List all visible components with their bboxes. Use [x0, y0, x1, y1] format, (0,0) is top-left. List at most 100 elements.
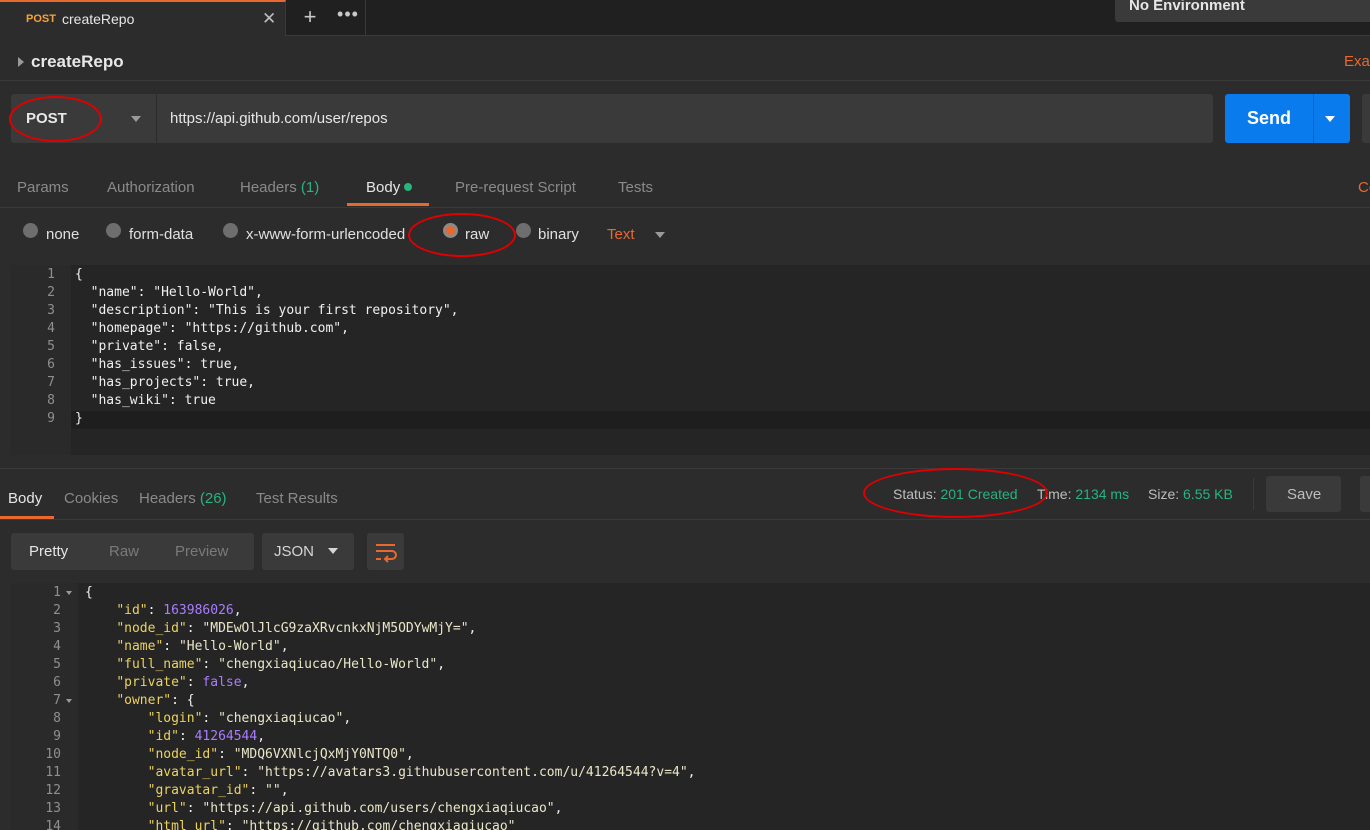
json-line: "url": "https://api.github.com/users/che… [147, 801, 563, 816]
tab-title: createRepo [62, 11, 135, 27]
code-line: "has_issues": true, [75, 357, 240, 372]
status-dot-icon [404, 183, 413, 191]
response-tab-cookies[interactable]: Cookies [64, 490, 118, 507]
line-number: 3 [47, 303, 55, 318]
tab-createrepo[interactable]: POST createRepo ✕ [0, 0, 286, 36]
save-response-label: Save [1287, 486, 1322, 503]
line-number: 7 [47, 375, 55, 390]
response-tab-body[interactable]: Body [8, 490, 42, 507]
line-number: 14 [45, 819, 61, 830]
view-raw[interactable]: Raw [109, 543, 139, 560]
line-number: 1 [47, 267, 55, 282]
radio-form-data[interactable] [106, 223, 121, 238]
line-number: 2 [53, 603, 61, 618]
tab-body[interactable]: Body [366, 179, 413, 196]
line-number: 5 [47, 339, 55, 354]
send-button[interactable]: Send [1225, 94, 1350, 143]
json-line: "owner": { [116, 693, 195, 708]
radio-none-label[interactable]: none [46, 226, 79, 243]
tab-method-badge: POST [26, 13, 56, 25]
radio-urlencoded[interactable] [223, 223, 238, 238]
headers-count: (1) [300, 179, 320, 196]
tab-bar: POST createRepo ✕ + ••• No Environment [0, 0, 1370, 36]
divider [1313, 94, 1314, 143]
close-icon[interactable]: ✕ [262, 9, 276, 29]
tab-body-label: Body [366, 179, 401, 196]
url-field[interactable] [157, 94, 1213, 143]
cookies-link[interactable]: Co [1358, 179, 1370, 196]
radio-binary-label[interactable]: binary [538, 226, 579, 243]
format-select[interactable]: JSON [262, 533, 354, 570]
response-headers-label: Headers [139, 490, 196, 507]
json-line: "name": "Hello-World", [116, 639, 289, 654]
divider [1253, 478, 1254, 510]
view-preview[interactable]: Preview [175, 543, 228, 560]
line-number: 8 [47, 393, 55, 408]
code-line: "has_projects": true, [75, 375, 256, 390]
chevron-down-icon [131, 116, 141, 122]
tab-params[interactable]: Params [17, 179, 69, 196]
divider [0, 468, 1370, 469]
add-tab-button[interactable]: + [296, 4, 324, 30]
tab-authorization[interactable]: Authorization [107, 179, 195, 196]
time-readout: Time: 2134 ms [1037, 486, 1129, 502]
save-response-button[interactable]: Save [1266, 476, 1341, 512]
json-line: "login": "chengxiaqiucao", [147, 711, 352, 726]
line-number: 4 [47, 321, 55, 336]
view-pretty[interactable]: Pretty [29, 543, 68, 560]
request-name[interactable]: createRepo [31, 52, 124, 72]
line-number: 2 [47, 285, 55, 300]
line-number: 6 [53, 675, 61, 690]
json-line: "node_id": "MDQ6VXNlcjQxMjY0NTQ0", [147, 747, 414, 762]
more-options-button[interactable] [1360, 476, 1370, 512]
json-line: "html_url": "https://github.com/chengxia… [147, 819, 516, 830]
size-value[interactable]: 6.55 KB [1183, 486, 1233, 502]
radio-binary[interactable] [516, 223, 531, 238]
json-line: "id": 41264544, [147, 729, 266, 744]
json-line: "gravatar_id": "", [147, 783, 289, 798]
chevron-down-icon[interactable] [655, 232, 665, 238]
fold-caret-icon[interactable] [66, 591, 72, 595]
radio-form-data-label[interactable]: form-data [129, 226, 193, 243]
response-tab-test-results[interactable]: Test Results [256, 490, 338, 507]
code-line: { [75, 267, 83, 282]
response-tab-headers[interactable]: Headers (26) [139, 490, 227, 507]
radio-none[interactable] [23, 223, 38, 238]
format-label: JSON [274, 543, 315, 560]
url-input[interactable] [157, 94, 1213, 143]
annotation-circle-raw [408, 213, 516, 257]
line-number: 10 [45, 747, 61, 762]
line-number: 6 [47, 357, 55, 372]
code-line: } [75, 411, 83, 426]
json-line: { [85, 585, 93, 600]
active-tab-indicator [347, 203, 429, 206]
line-number: 7 [53, 693, 61, 708]
code-line: "name": "Hello-World", [75, 285, 263, 300]
line-number: 9 [53, 729, 61, 744]
wrap-lines-button[interactable] [367, 533, 404, 570]
content-type-select[interactable]: Text [607, 226, 635, 243]
tab-tests[interactable]: Tests [618, 179, 653, 196]
json-line: "private": false, [116, 675, 250, 690]
wrap-icon [376, 544, 397, 563]
radio-urlencoded-label[interactable]: x-www-form-urlencoded [246, 226, 405, 243]
divider [0, 519, 1370, 520]
save-request-button[interactable] [1362, 94, 1370, 143]
chevron-down-icon[interactable] [1325, 116, 1335, 122]
divider [0, 207, 1370, 208]
caret-right-icon[interactable] [18, 57, 24, 67]
tab-prerequest-script[interactable]: Pre-request Script [455, 179, 576, 196]
code-line: "homepage": "https://github.com", [75, 321, 349, 336]
request-body-editor[interactable]: 1 {2 "name": "Hello-World", 3 "description… [11, 265, 1370, 455]
response-body-viewer[interactable]: 1 {2 "id": 163986026, 3 "node_id": "MDEwOl… [11, 583, 1370, 830]
size-readout: Size: 6.55 KB [1148, 486, 1233, 502]
line-number: 3 [53, 621, 61, 636]
time-value[interactable]: 2134 ms [1075, 486, 1129, 502]
tab-headers[interactable]: Headers (1) [240, 179, 319, 196]
response-headers-count: (26) [199, 490, 227, 507]
more-tabs-button[interactable]: ••• [334, 4, 362, 25]
fold-caret-icon[interactable] [66, 699, 72, 703]
examples-link[interactable]: Exa [1344, 53, 1370, 70]
environment-select[interactable]: No Environment [1115, 0, 1370, 22]
code-line: "private": false, [75, 339, 224, 354]
